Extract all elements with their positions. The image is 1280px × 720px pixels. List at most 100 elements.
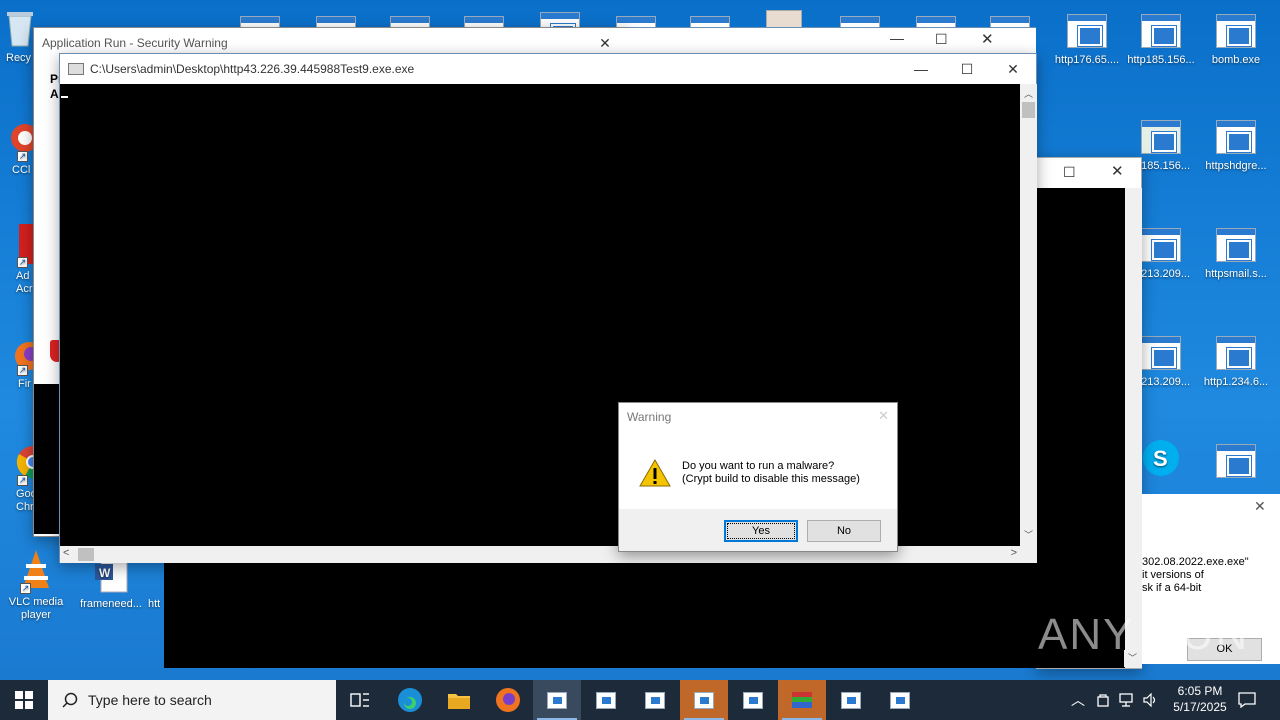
taskbar-console-7[interactable]: [876, 680, 924, 720]
close-icon[interactable]: ✕: [981, 30, 994, 48]
close-icon[interactable]: ✕: [1111, 162, 1124, 180]
desktop-icon-http185[interactable]: http185.156...: [1124, 14, 1198, 67]
image-file-icon: [1141, 120, 1181, 156]
warning-dialog-footer: Yes No: [619, 509, 897, 551]
yes-button[interactable]: Yes: [724, 520, 798, 542]
minimize-button[interactable]: —: [898, 54, 944, 84]
security-tray-icon: [1097, 694, 1109, 707]
start-button[interactable]: [0, 680, 48, 720]
tray-volume-icon[interactable]: [1140, 680, 1162, 720]
exe-icon: [890, 691, 910, 709]
minimize-icon[interactable]: —: [890, 30, 904, 46]
desktop-icon-httpshdgre[interactable]: httpshdgre...: [1199, 120, 1273, 173]
tray-network-icon[interactable]: [1116, 680, 1138, 720]
window-title: Application Run - Security Warning: [42, 36, 228, 50]
desktop-icon-exe-bottom[interactable]: [1199, 444, 1273, 484]
exe-icon: [1216, 228, 1256, 264]
background-window-frame[interactable]: — ☐ ✕: [628, 27, 1036, 53]
message-line-1: Do you want to run a malware?: [682, 460, 835, 472]
tray-security-icon[interactable]: [1092, 680, 1114, 720]
desktop-icon-label: VLC media player: [8, 596, 64, 621]
desktop-icon-http176[interactable]: http176.65....: [1050, 14, 1124, 67]
message-line: 302.08.2022.exe.exe": [1142, 556, 1249, 568]
scroll-left-icon[interactable]: <: [63, 547, 69, 559]
clock-time: 6:05 PM: [1177, 684, 1223, 698]
tray-overflow-chevron[interactable]: ︿: [1066, 680, 1090, 720]
exe-icon: [645, 691, 665, 709]
taskbar-console-4[interactable]: [680, 680, 728, 720]
taskbar-clock[interactable]: 6:05 PM 5/17/2025: [1160, 683, 1240, 715]
desktop-icon-label: httpsmail.s...: [1205, 268, 1267, 280]
maximize-icon[interactable]: ☐: [935, 31, 948, 48]
taskbar-search-box[interactable]: Type here to search: [48, 680, 336, 720]
search-icon: [62, 692, 78, 708]
taskbar-archive[interactable]: [778, 680, 826, 720]
lower-console-area: [164, 560, 1124, 668]
warning-message: Do you want to run a malware? (Crypt bui…: [682, 460, 860, 486]
desktop-icon-label: frameneed...: [80, 598, 142, 610]
maximize-button[interactable]: ☐: [944, 54, 990, 84]
dialog-title: Warning: [627, 410, 672, 424]
taskbar-firefox[interactable]: [484, 680, 532, 720]
no-button[interactable]: No: [807, 520, 881, 542]
desktop-icon-label: http185.156...: [1127, 54, 1195, 66]
desktop-icon-httpsmail[interactable]: httpsmail.s...: [1199, 228, 1273, 281]
vlc-icon: ↗: [16, 548, 56, 594]
notification-icon: [1238, 692, 1256, 708]
scroll-down-arrow[interactable]: ﹀: [1124, 650, 1141, 667]
taskbar: Type here to search ︿ 6:05 PM 5/17/2025: [0, 680, 1280, 720]
console-titlebar: C:\Users\admin\Desktop\http43.226.39.445…: [60, 54, 1036, 84]
exe-icon: [1216, 120, 1256, 156]
folder-icon: [448, 694, 470, 709]
close-icon[interactable]: ✕: [878, 408, 889, 424]
scroll-down-icon[interactable]: ﹀: [1020, 528, 1037, 541]
taskbar-console-6[interactable]: [827, 680, 875, 720]
exe-icon-graphic: [1141, 336, 1181, 370]
close-button[interactable]: ✕: [990, 54, 1036, 84]
exe-icon-graphic: [1067, 14, 1107, 48]
desktop-icon-label: httpshdgre...: [1205, 160, 1267, 172]
desktop-icon-label: http176.65....: [1054, 54, 1120, 66]
taskbar-console-1[interactable]: [533, 680, 581, 720]
scroll-right-icon[interactable]: >: [1011, 547, 1017, 559]
warning-dialog[interactable]: Warning ✕ Do you want to run a malware? …: [618, 402, 898, 552]
word-doc-icon: W: [91, 559, 131, 594]
background-console-scrollbar[interactable]: [1125, 188, 1142, 668]
shortcut-arrow-icon: ↗: [17, 257, 28, 268]
warning-dialog-body: Do you want to run a malware? (Crypt bui…: [619, 431, 897, 511]
console-vertical-scrollbar[interactable]: ︿ ﹀: [1020, 84, 1037, 546]
text-cursor: [61, 96, 68, 98]
message-line: sk if a 64-bit: [1142, 582, 1202, 594]
exe-icon: [1141, 228, 1181, 264]
taskbar-edge[interactable]: [386, 680, 434, 720]
partial-text: A: [50, 87, 59, 101]
scroll-thumb[interactable]: [78, 548, 94, 561]
acrobat-icon: ↗: [5, 222, 41, 268]
svg-text:S: S: [1153, 446, 1168, 471]
background-window-titlebar: ☐ ✕: [1037, 158, 1141, 188]
desktop-icon-bomb[interactable]: bomb.exe: [1199, 14, 1273, 67]
exe-icon: [841, 691, 861, 709]
task-view-icon: [350, 693, 369, 707]
desktop-icon-label: http1.234.6...: [1203, 376, 1269, 388]
shortcut-arrow-icon: ↗: [20, 583, 31, 594]
exe-icon: [743, 691, 763, 709]
warning-icon: [639, 459, 671, 487]
exe-icon: [1141, 14, 1181, 50]
console-app-icon: [68, 63, 84, 75]
taskbar-console-5[interactable]: [729, 680, 777, 720]
scroll-thumb[interactable]: [1022, 102, 1035, 118]
exe-icon: [1141, 336, 1181, 372]
close-icon[interactable]: ✕: [1254, 498, 1266, 515]
exe-icon: [596, 691, 616, 709]
clock-date: 5/17/2025: [1173, 700, 1227, 714]
task-view-button[interactable]: [336, 680, 384, 720]
scroll-up-icon[interactable]: ︿: [1020, 87, 1037, 100]
action-center-button[interactable]: [1234, 680, 1260, 720]
taskbar-console-3[interactable]: [631, 680, 679, 720]
desktop-icon-http1234[interactable]: http1.234.6...: [1199, 336, 1273, 389]
taskbar-file-explorer[interactable]: [435, 680, 483, 720]
taskbar-console-2[interactable]: [582, 680, 630, 720]
maximize-icon[interactable]: ☐: [1063, 164, 1076, 181]
desktop-icon-frameneed[interactable]: W frameneed...: [74, 559, 148, 611]
